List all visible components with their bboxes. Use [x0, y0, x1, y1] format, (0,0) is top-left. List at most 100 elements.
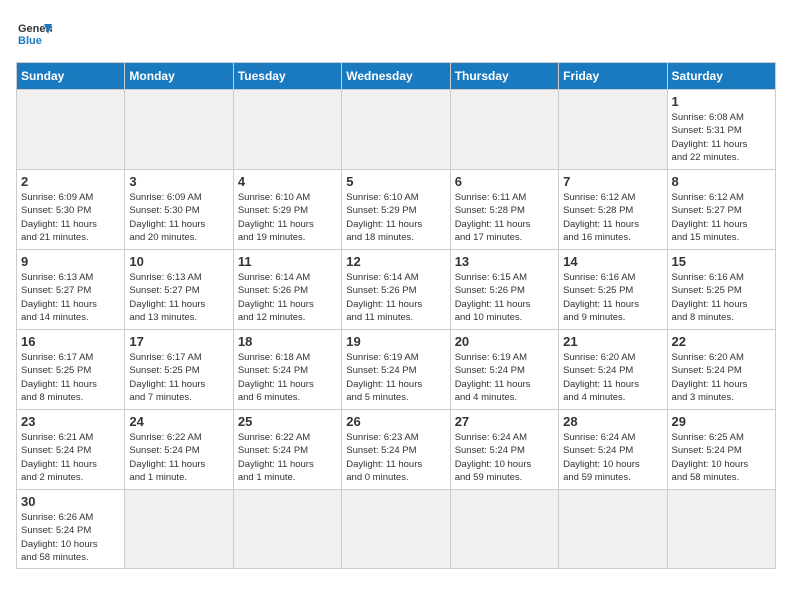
calendar-cell: 6 Sunrise: 6:11 AM Sunset: 5:28 PM Daylig… — [450, 170, 558, 250]
calendar-cell: 18Sunrise: 6:18 AM Sunset: 5:24 PM Dayli… — [233, 330, 341, 410]
day-info: Sunrise: 6:09 AM Sunset: 5:30 PM Dayligh… — [21, 191, 120, 244]
calendar-cell: 8 Sunrise: 6:12 AM Sunset: 5:27 PM Daylig… — [667, 170, 775, 250]
calendar-cell: 2 Sunrise: 6:09 AM Sunset: 5:30 PM Daylig… — [17, 170, 125, 250]
calendar-table: SundayMondayTuesdayWednesdayThursdayFrid… — [16, 62, 776, 569]
calendar-cell: 24Sunrise: 6:22 AM Sunset: 5:24 PM Dayli… — [125, 410, 233, 490]
weekday-header: Tuesday — [233, 63, 341, 90]
day-number: 26 — [346, 414, 445, 429]
day-number: 27 — [455, 414, 554, 429]
calendar-cell: 16 Sunrise: 6:17 AM Sunset: 5:25 PM Dayli… — [17, 330, 125, 410]
calendar-cell: 23Sunrise: 6:21 AM Sunset: 5:24 PM Dayli… — [17, 410, 125, 490]
day-info: Sunrise: 6:12 AM Sunset: 5:27 PM Dayligh… — [672, 191, 771, 244]
calendar-cell — [342, 490, 450, 569]
calendar-week-row: 16 Sunrise: 6:17 AM Sunset: 5:25 PM Dayli… — [17, 330, 776, 410]
day-number: 6 — [455, 174, 554, 189]
calendar-cell: 28 Sunrise: 6:24 AM Sunset: 5:24 PM Dayli… — [559, 410, 667, 490]
weekday-header: Thursday — [450, 63, 558, 90]
weekday-header: Wednesday — [342, 63, 450, 90]
day-info: Sunrise: 6:19 AM Sunset: 5:24 PM Dayligh… — [346, 351, 445, 404]
calendar-cell — [233, 90, 341, 170]
calendar-cell: 11 Sunrise: 6:14 AM Sunset: 5:26 PM Dayli… — [233, 250, 341, 330]
weekday-header: Saturday — [667, 63, 775, 90]
day-info: Sunrise: 6:09 AM Sunset: 5:30 PM Dayligh… — [129, 191, 228, 244]
day-number: 25 — [238, 414, 337, 429]
day-number: 8 — [672, 174, 771, 189]
day-number: 17 — [129, 334, 228, 349]
calendar-cell: 7Sunrise: 6:12 AM Sunset: 5:28 PM Daylig… — [559, 170, 667, 250]
calendar-cell: 5 Sunrise: 6:10 AM Sunset: 5:29 PM Daylig… — [342, 170, 450, 250]
calendar-cell — [559, 490, 667, 569]
day-info: Sunrise: 6:24 AM Sunset: 5:24 PM Dayligh… — [455, 431, 554, 484]
day-number: 18 — [238, 334, 337, 349]
day-info: Sunrise: 6:26 AM Sunset: 5:24 PM Dayligh… — [21, 511, 120, 564]
calendar-cell — [342, 90, 450, 170]
day-info: Sunrise: 6:17 AM Sunset: 5:25 PM Dayligh… — [21, 351, 120, 404]
page-header: General Blue — [16, 16, 776, 52]
calendar-cell: 25Sunrise: 6:22 AM Sunset: 5:24 PM Dayli… — [233, 410, 341, 490]
day-number: 19 — [346, 334, 445, 349]
calendar-cell: 3 Sunrise: 6:09 AM Sunset: 5:30 PM Daylig… — [125, 170, 233, 250]
calendar-cell — [125, 490, 233, 569]
day-number: 20 — [455, 334, 554, 349]
day-info: Sunrise: 6:15 AM Sunset: 5:26 PM Dayligh… — [455, 271, 554, 324]
calendar-cell: 13 Sunrise: 6:15 AM Sunset: 5:26 PM Dayli… — [450, 250, 558, 330]
day-number: 13 — [455, 254, 554, 269]
day-number: 22 — [672, 334, 771, 349]
weekday-header: Sunday — [17, 63, 125, 90]
calendar-week-row: 2 Sunrise: 6:09 AM Sunset: 5:30 PM Daylig… — [17, 170, 776, 250]
day-info: Sunrise: 6:13 AM Sunset: 5:27 PM Dayligh… — [21, 271, 120, 324]
calendar-cell: 12Sunrise: 6:14 AM Sunset: 5:26 PM Dayli… — [342, 250, 450, 330]
calendar-cell: 17 Sunrise: 6:17 AM Sunset: 5:25 PM Dayli… — [125, 330, 233, 410]
day-number: 16 — [21, 334, 120, 349]
day-info: Sunrise: 6:08 AM Sunset: 5:31 PM Dayligh… — [672, 111, 771, 164]
calendar-cell — [450, 490, 558, 569]
calendar-cell: 14Sunrise: 6:16 AM Sunset: 5:25 PM Dayli… — [559, 250, 667, 330]
day-number: 12 — [346, 254, 445, 269]
day-number: 4 — [238, 174, 337, 189]
day-info: Sunrise: 6:14 AM Sunset: 5:26 PM Dayligh… — [238, 271, 337, 324]
calendar-cell — [559, 90, 667, 170]
day-info: Sunrise: 6:20 AM Sunset: 5:24 PM Dayligh… — [672, 351, 771, 404]
day-info: Sunrise: 6:12 AM Sunset: 5:28 PM Dayligh… — [563, 191, 662, 244]
day-info: Sunrise: 6:24 AM Sunset: 5:24 PM Dayligh… — [563, 431, 662, 484]
day-number: 1 — [672, 94, 771, 109]
calendar-cell: 1 Sunrise: 6:08 AM Sunset: 5:31 PM Daylig… — [667, 90, 775, 170]
logo: General Blue — [16, 16, 52, 52]
day-info: Sunrise: 6:11 AM Sunset: 5:28 PM Dayligh… — [455, 191, 554, 244]
day-info: Sunrise: 6:16 AM Sunset: 5:25 PM Dayligh… — [672, 271, 771, 324]
calendar-cell: 21Sunrise: 6:20 AM Sunset: 5:24 PM Dayli… — [559, 330, 667, 410]
calendar-cell: 9 Sunrise: 6:13 AM Sunset: 5:27 PM Daylig… — [17, 250, 125, 330]
weekday-header: Friday — [559, 63, 667, 90]
day-number: 24 — [129, 414, 228, 429]
calendar-cell — [667, 490, 775, 569]
weekday-header: Monday — [125, 63, 233, 90]
calendar-cell — [233, 490, 341, 569]
calendar-cell: 29Sunrise: 6:25 AM Sunset: 5:24 PM Dayli… — [667, 410, 775, 490]
calendar-body: 1 Sunrise: 6:08 AM Sunset: 5:31 PM Daylig… — [17, 90, 776, 569]
day-number: 28 — [563, 414, 662, 429]
day-info: Sunrise: 6:23 AM Sunset: 5:24 PM Dayligh… — [346, 431, 445, 484]
day-info: Sunrise: 6:10 AM Sunset: 5:29 PM Dayligh… — [346, 191, 445, 244]
day-info: Sunrise: 6:17 AM Sunset: 5:25 PM Dayligh… — [129, 351, 228, 404]
calendar-week-row: 23Sunrise: 6:21 AM Sunset: 5:24 PM Dayli… — [17, 410, 776, 490]
calendar-week-row: 9 Sunrise: 6:13 AM Sunset: 5:27 PM Daylig… — [17, 250, 776, 330]
day-number: 23 — [21, 414, 120, 429]
calendar-cell: 10Sunrise: 6:13 AM Sunset: 5:27 PM Dayli… — [125, 250, 233, 330]
calendar-cell: 20Sunrise: 6:19 AM Sunset: 5:24 PM Dayli… — [450, 330, 558, 410]
calendar-header: SundayMondayTuesdayWednesdayThursdayFrid… — [17, 63, 776, 90]
day-number: 5 — [346, 174, 445, 189]
calendar-cell: 4 Sunrise: 6:10 AM Sunset: 5:29 PM Daylig… — [233, 170, 341, 250]
day-info: Sunrise: 6:10 AM Sunset: 5:29 PM Dayligh… — [238, 191, 337, 244]
day-info: Sunrise: 6:16 AM Sunset: 5:25 PM Dayligh… — [563, 271, 662, 324]
svg-text:Blue: Blue — [18, 35, 42, 47]
day-number: 30 — [21, 494, 120, 509]
calendar-week-row: 1 Sunrise: 6:08 AM Sunset: 5:31 PM Daylig… — [17, 90, 776, 170]
day-number: 2 — [21, 174, 120, 189]
day-number: 3 — [129, 174, 228, 189]
calendar-cell: 19 Sunrise: 6:19 AM Sunset: 5:24 PM Dayli… — [342, 330, 450, 410]
day-number: 11 — [238, 254, 337, 269]
logo-icon: General Blue — [16, 16, 52, 52]
day-info: Sunrise: 6:13 AM Sunset: 5:27 PM Dayligh… — [129, 271, 228, 324]
day-number: 9 — [21, 254, 120, 269]
day-number: 21 — [563, 334, 662, 349]
